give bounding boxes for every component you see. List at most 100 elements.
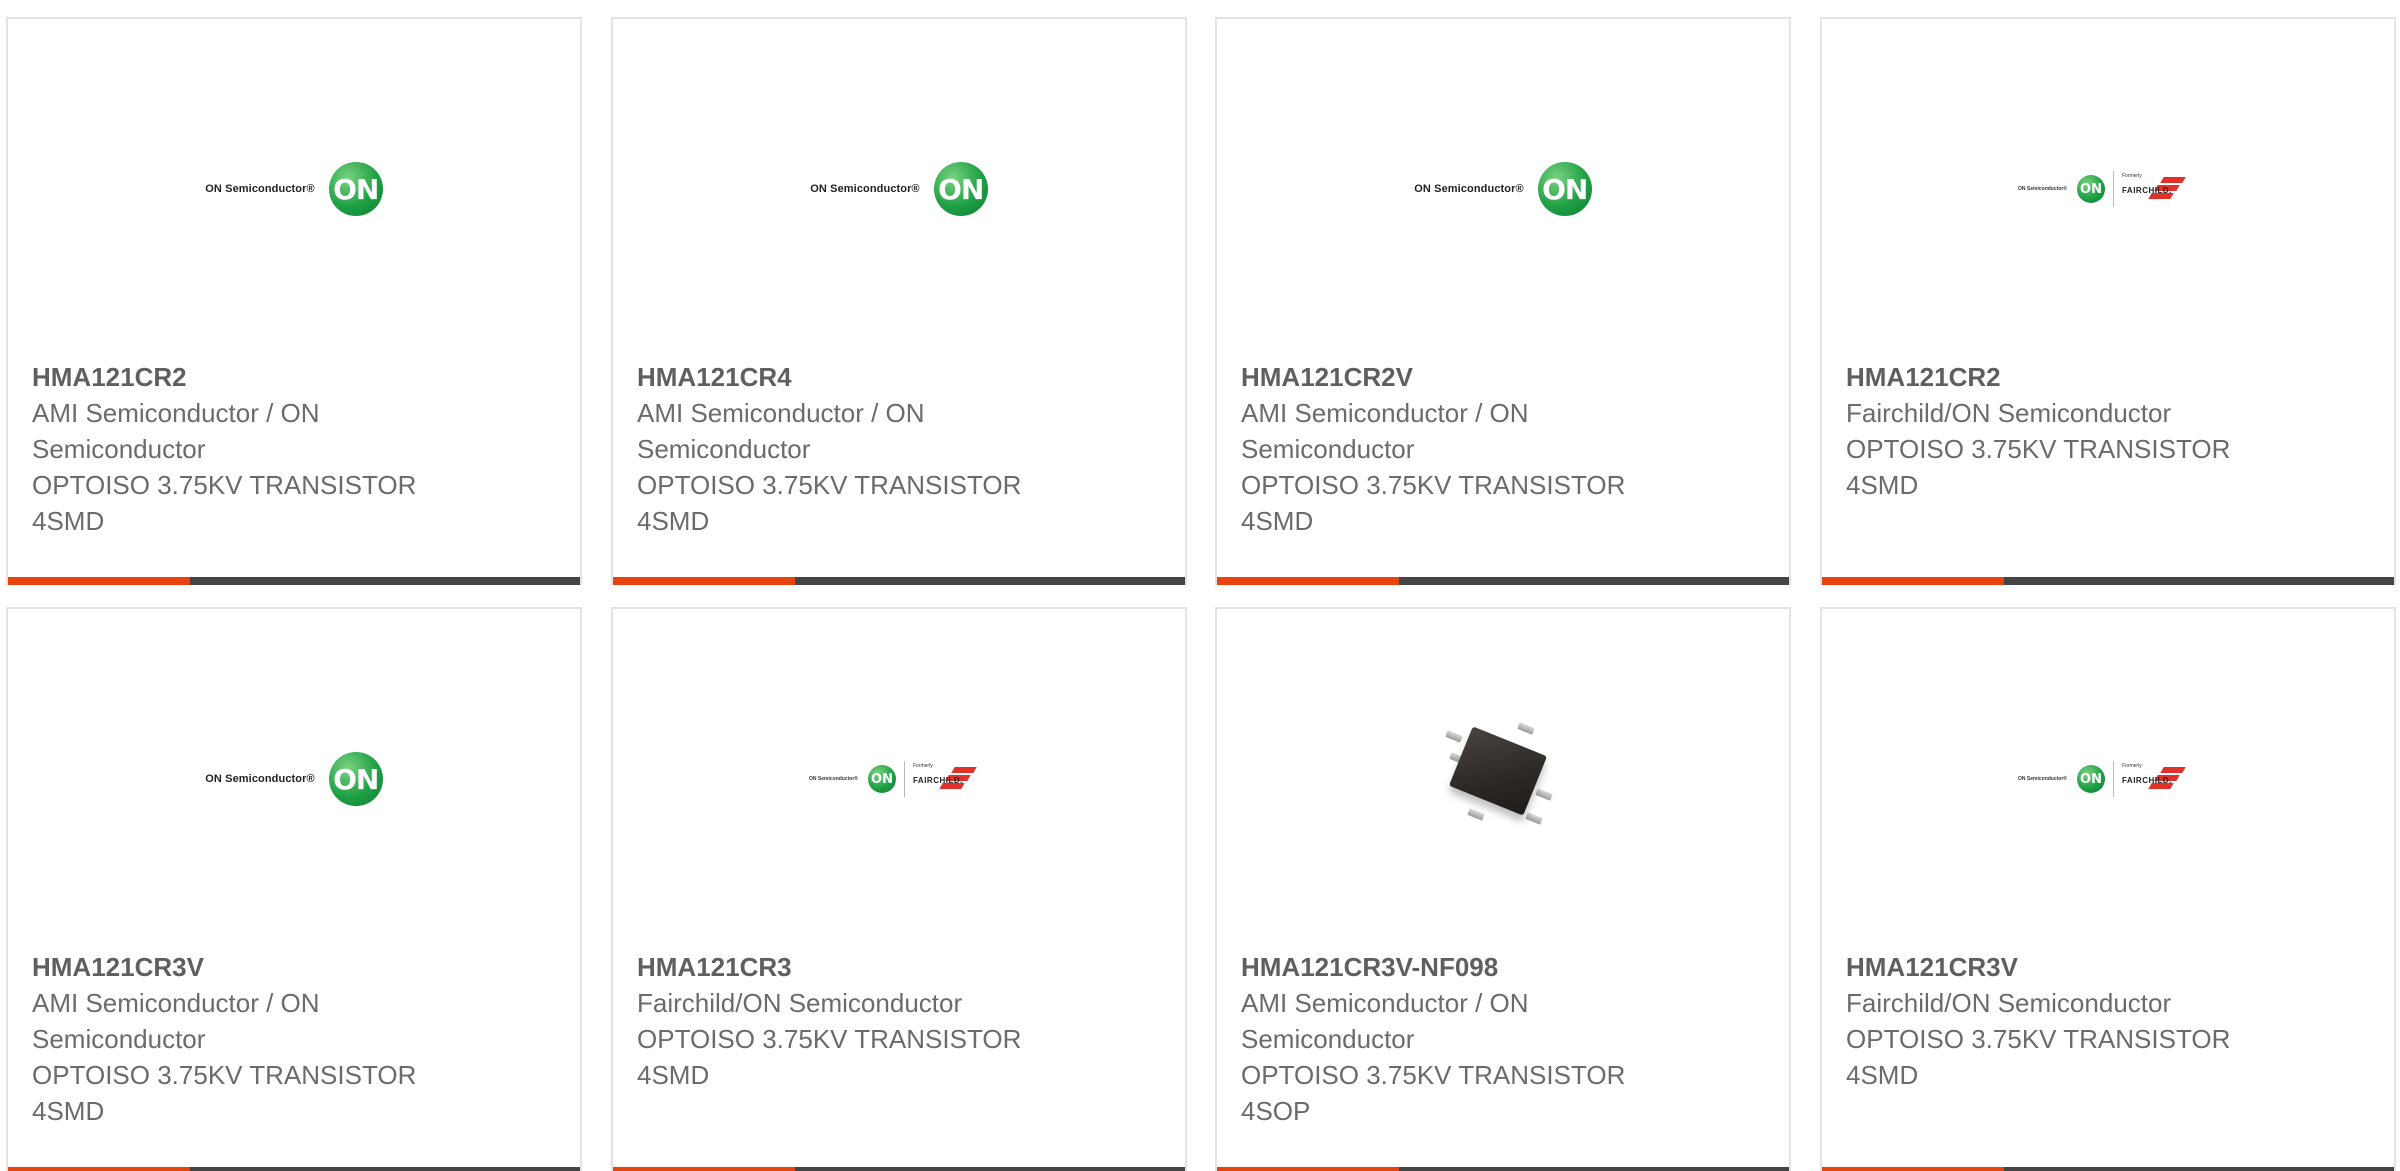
manufacturer: Semiconductor [1241,1024,1415,1054]
chip-lead [1467,808,1485,821]
manufacturer: Semiconductor [637,434,811,464]
description: 4SMD [32,1096,105,1126]
product-card[interactable]: ON Semiconductor® ON HMA121CR2V AMI Semicon… [1215,17,1791,585]
card-footer-bar [1217,1167,1789,1171]
part-number[interactable]: HMA121CR2V [1241,359,1765,395]
product-card[interactable]: ON Semiconductor® ON Formerly FAIRCHILD. HMA… [1820,17,2396,585]
part-number[interactable]: HMA121CR2 [1846,359,2370,395]
manufacturer: AMI Semiconductor / ON [1241,988,1529,1018]
product-info: HMA121CR3V Fairchild/ON Semiconductor OPTO… [1846,949,2370,1093]
part-number[interactable]: HMA121CR3V [1846,949,2370,985]
chip-lead [1445,730,1463,743]
logo-wordmark: ON Semiconductor® [205,773,315,785]
fairchild-wordmark: FAIRCHILD. [2121,776,2172,785]
product-info: HMA121CR3V AMI Semiconductor / ON Semicond… [32,949,556,1129]
card-footer-bar [1822,1167,2394,1171]
part-number[interactable]: HMA121CR3 [637,949,1161,985]
card-accent-bar [1822,1167,2004,1171]
product-info: HMA121CR3V-NF098 AMI Semiconductor / ON Se… [1241,949,1765,1129]
description: 4SMD [1846,470,1919,500]
card-footer-bar [613,1167,1185,1171]
product-image[interactable]: ON Semiconductor® ON Formerly FAIRCHILD. [1822,19,2394,359]
product-grid: ON Semiconductor® ON HMA121CR2 AMI Semicond… [0,0,2400,1171]
product-card[interactable]: ON Semiconductor® ON Formerly FAIRCHILD. HMA… [1820,607,2396,1171]
part-number[interactable]: HMA121CR3V-NF098 [1241,949,1765,985]
on-semiconductor-logo: ON Semiconductor® ON [205,752,383,806]
chip-body [1448,726,1548,816]
product-card[interactable]: ON Semiconductor® ON HMA121CR3V AMI Semicon… [6,607,582,1171]
fairchild-stripe [2160,177,2186,183]
description: OPTOISO 3.75KV TRANSISTOR [1241,470,1626,500]
product-image[interactable]: ON Semiconductor® ON [8,609,580,949]
description: OPTOISO 3.75KV TRANSISTOR [1241,1060,1626,1090]
on-logo-mark: ON [1537,162,1592,216]
card-accent-bar [613,577,795,585]
card-accent-bar [1217,1167,1399,1171]
card-footer-bar [1217,577,1789,585]
product-card[interactable]: ON Semiconductor® ON HMA121CR2 AMI Semicond… [6,17,582,585]
logo-wordmark: ON Semiconductor® [809,776,858,782]
fairchild-stripe [2160,767,2186,773]
chip-lead [1535,788,1553,801]
product-info: HMA121CR2V AMI Semiconductor / ON Semicond… [1241,359,1765,539]
on-logo-mark: ON [2076,175,2105,203]
product-info: HMA121CR2 Fairchild/ON Semiconductor OPTOI… [1846,359,2370,503]
description: OPTOISO 3.75KV TRANSISTOR [1846,434,2231,464]
description: OPTOISO 3.75KV TRANSISTOR [1846,1024,2231,1054]
formerly-label: Formerly [2121,173,2142,179]
logo-wordmark: ON Semiconductor® [1414,183,1524,195]
chip-photo [1428,719,1578,839]
on-logo-mark: ON [328,752,383,806]
card-accent-bar [8,577,190,585]
description: OPTOISO 3.75KV TRANSISTOR [637,1024,1022,1054]
fairchild-stripe [951,767,977,773]
description: 4SMD [1241,506,1314,536]
on-logo-mark: ON [328,162,383,216]
on-logo-mark: ON [867,765,896,793]
card-footer-bar [1822,577,2394,585]
card-accent-bar [1822,577,2004,585]
product-card[interactable]: ON Semiconductor® ON Formerly FAIRCHILD. HMA… [611,607,1187,1171]
product-image[interactable]: ON Semiconductor® ON [613,19,1185,359]
manufacturer: Semiconductor [1241,434,1415,464]
product-info: HMA121CR4 AMI Semiconductor / ON Semicondu… [637,359,1161,539]
logo-divider [2112,761,2114,797]
product-image[interactable]: ON Semiconductor® ON [1217,19,1789,359]
description: OPTOISO 3.75KV TRANSISTOR [32,470,417,500]
card-accent-bar [613,1167,795,1171]
chip-lead [1525,812,1543,825]
fairchild-logo: Formerly FAIRCHILD. [2122,171,2198,207]
manufacturer: Fairchild/ON Semiconductor [1846,398,2172,428]
part-number[interactable]: HMA121CR3V [32,949,556,985]
fairchild-logo: Formerly FAIRCHILD. [2122,761,2198,797]
logo-wordmark: ON Semiconductor® [2018,186,2067,192]
on-fairchild-logo: ON Semiconductor® ON Formerly FAIRCHILD. [2018,171,2198,207]
product-image[interactable]: ON Semiconductor® ON Formerly FAIRCHILD. [613,609,1185,949]
logo-wordmark: ON Semiconductor® [205,183,315,195]
logo-divider [2112,171,2114,207]
description: 4SMD [637,1060,710,1090]
fairchild-wordmark: FAIRCHILD. [2121,186,2172,195]
part-number[interactable]: HMA121CR4 [637,359,1161,395]
manufacturer: Semiconductor [32,1024,206,1054]
on-fairchild-logo: ON Semiconductor® ON Formerly FAIRCHILD. [2018,761,2198,797]
formerly-label: Formerly [2121,763,2142,769]
card-accent-bar [8,1167,190,1171]
product-card[interactable]: HMA121CR3V-NF098 AMI Semiconductor / ON Se… [1215,607,1791,1171]
product-image[interactable]: ON Semiconductor® ON Formerly FAIRCHILD. [1822,609,2394,949]
description: 4SMD [637,506,710,536]
manufacturer: AMI Semiconductor / ON [32,988,320,1018]
logo-wordmark: ON Semiconductor® [810,183,920,195]
part-number[interactable]: HMA121CR2 [32,359,556,395]
card-accent-bar [1217,577,1399,585]
on-semiconductor-logo: ON Semiconductor® ON [205,162,383,216]
product-image[interactable] [1217,609,1789,949]
description: OPTOISO 3.75KV TRANSISTOR [637,470,1022,500]
chip-lead [1517,722,1535,735]
description: 4SMD [32,506,105,536]
on-fairchild-logo: ON Semiconductor® ON Formerly FAIRCHILD. [809,761,989,797]
logo-wordmark: ON Semiconductor® [2018,776,2067,782]
fairchild-logo: Formerly FAIRCHILD. [913,761,989,797]
product-card[interactable]: ON Semiconductor® ON HMA121CR4 AMI Semicond… [611,17,1187,585]
product-image[interactable]: ON Semiconductor® ON [8,19,580,359]
